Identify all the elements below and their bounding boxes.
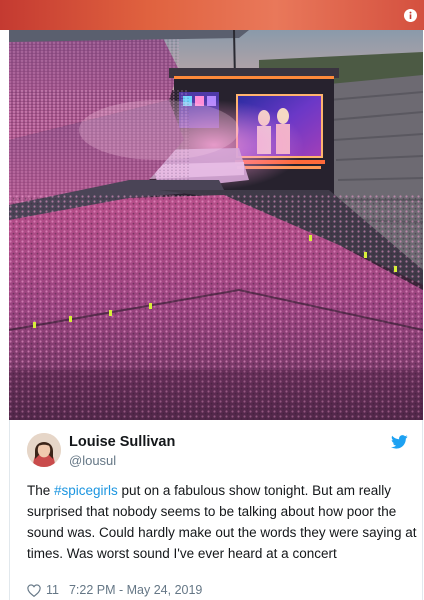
author-handle[interactable]: @lousul — [69, 453, 116, 468]
tweet-timestamp[interactable]: 7:22 PM - May 24, 2019 — [69, 583, 202, 597]
likes-count[interactable]: 11 — [46, 583, 59, 597]
heart-icon[interactable] — [27, 583, 41, 597]
tweet-text: The #spicegirls put on a fabulous show t… — [27, 480, 419, 564]
embedded-tweet: Louise Sullivan @lousul The #spicegirls … — [0, 0, 424, 600]
avatar[interactable] — [27, 433, 61, 467]
concert-photo[interactable] — [9, 30, 423, 420]
stadium-image — [9, 30, 423, 420]
tweet-footer: 11 7:22 PM - May 24, 2019 — [27, 582, 202, 598]
twitter-bird-icon[interactable] — [391, 435, 408, 449]
author-name[interactable]: Louise Sullivan — [69, 434, 175, 450]
info-icon[interactable] — [404, 9, 417, 22]
hashtag-link[interactable]: #spicegirls — [54, 483, 118, 498]
header-strip — [0, 0, 424, 30]
tweet-card[interactable]: Louise Sullivan @lousul The #spicegirls … — [9, 420, 423, 600]
tweet-text-start: The — [27, 483, 55, 498]
